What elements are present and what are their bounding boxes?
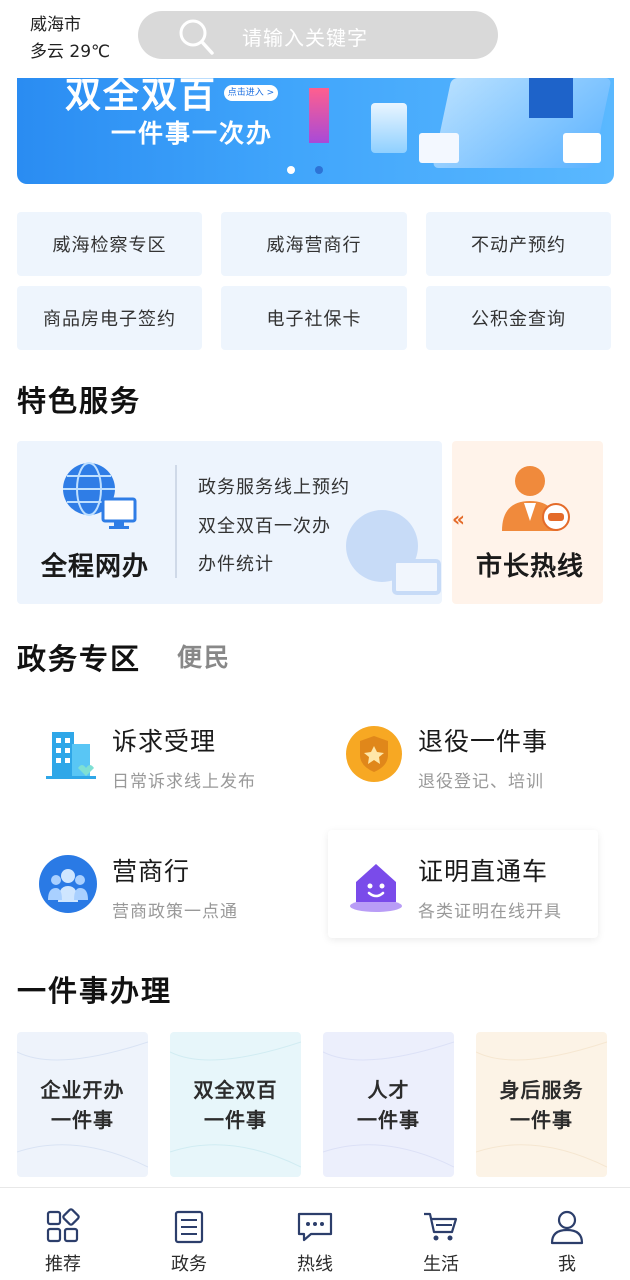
quick-link-button[interactable]: 商品房电子签约	[17, 286, 202, 350]
tab-convenience[interactable]: 便民	[177, 638, 231, 674]
mayor-hotline-title: 市长热线	[476, 552, 585, 582]
service-complaint[interactable]: 诉求受理 日常诉求线上发布	[22, 700, 292, 808]
pagination-dot[interactable]	[315, 166, 323, 174]
divider	[175, 465, 177, 578]
mayor-hotline-card[interactable]: « 市长热线	[452, 441, 603, 604]
promo-banner[interactable]: 双全双百 点击进入 > 一件事一次办	[17, 78, 614, 184]
banner-illustration	[563, 133, 601, 163]
online-service-item[interactable]: 政务服务线上预约	[198, 469, 350, 508]
globe-monitor-icon	[63, 462, 137, 529]
online-service-item[interactable]: 双全双百一次办	[198, 508, 350, 547]
featured-heading: 特色服务	[17, 384, 142, 418]
one-thing-label: 双全双百 一件事	[194, 1075, 278, 1135]
one-thing-line2: 一件事	[357, 1107, 420, 1132]
one-thing-line1: 身后服务	[499, 1077, 584, 1102]
service-certificate[interactable]: 证明直通车 各类证明在线开具	[328, 830, 598, 938]
online-service-card[interactable]: 全程网办 政务服务线上预约 双全双百一次办 办件统计	[17, 441, 442, 604]
banner-illustration	[309, 88, 329, 143]
smiling-house-icon	[350, 864, 402, 912]
service-subtitle: 日常诉求线上发布	[112, 772, 256, 792]
service-title: 退役一件事	[418, 727, 549, 756]
group-people-icon	[39, 855, 97, 913]
one-thing-line2: 一件事	[510, 1107, 573, 1132]
one-thing-label: 企业开办 一件事	[41, 1075, 125, 1135]
list-icon	[174, 1210, 204, 1244]
quick-link-button[interactable]: 公积金查询	[426, 286, 611, 350]
building-icon	[46, 732, 96, 779]
globe-watermark-icon	[346, 510, 441, 595]
online-service-list: 政务服务线上预约 双全双百一次办 办件统计	[198, 469, 350, 585]
banner-illustration	[419, 133, 459, 163]
service-business[interactable]: 营商行 营商政策一点通	[22, 830, 292, 938]
tab-label: 推荐	[45, 1254, 81, 1275]
one-thing-card[interactable]: 人才 一件事	[323, 1032, 454, 1177]
tab-me[interactable]: 我	[504, 1188, 630, 1280]
weather-widget[interactable]: 威海市 多云 29℃	[30, 12, 110, 66]
online-service-item[interactable]: 办件统计	[198, 546, 350, 585]
banner-illustration	[529, 78, 573, 118]
one-thing-line2: 一件事	[204, 1107, 267, 1132]
operator-icon	[502, 466, 570, 531]
quick-link-button[interactable]: 威海营商行	[221, 212, 407, 276]
tab-recommend[interactable]: 推荐	[0, 1188, 126, 1280]
online-service-title: 全程网办	[41, 552, 150, 582]
search-placeholder: 请输入关键字	[242, 26, 368, 50]
grid-icon	[46, 1208, 80, 1243]
quick-link-button[interactable]: 电子社保卡	[221, 286, 407, 350]
service-subtitle: 退役登记、培训	[418, 772, 544, 792]
banner-pagination	[287, 166, 323, 174]
service-subtitle: 各类证明在线开具	[418, 902, 562, 922]
chat-icon	[297, 1212, 333, 1242]
one-thing-label: 身后服务 一件事	[500, 1075, 584, 1135]
tab-label: 生活	[423, 1254, 459, 1275]
one-thing-heading: 一件事办理	[17, 974, 173, 1008]
one-thing-label: 人才 一件事	[357, 1075, 420, 1135]
weather-text: 多云 29℃	[30, 42, 111, 62]
medal-shield-icon	[346, 726, 402, 782]
banner-illustration	[371, 103, 407, 153]
search-icon	[179, 19, 214, 55]
top-header: 威海市 多云 29℃ 请输入关键字	[0, 0, 630, 76]
one-thing-line1: 企业开办	[40, 1077, 125, 1102]
one-thing-line1: 双全双百	[193, 1077, 278, 1102]
city-name: 威海市	[30, 15, 81, 35]
tab-label: 我	[558, 1254, 576, 1275]
one-thing-line1: 人才	[367, 1077, 410, 1102]
banner-subtitle: 一件事一次办	[111, 119, 274, 148]
tab-government[interactable]: 政务	[126, 1188, 252, 1280]
tab-label: 政务	[171, 1254, 207, 1275]
tab-label: 热线	[297, 1254, 333, 1275]
quick-links-grid: 威海检察专区 威海营商行 不动产预约 商品房电子签约 电子社保卡 公积金查询	[17, 212, 611, 350]
banner-enter-button[interactable]: 点击进入 >	[224, 85, 278, 101]
quick-link-button[interactable]: 威海检察专区	[17, 212, 202, 276]
cart-icon	[424, 1212, 458, 1241]
one-thing-card[interactable]: 双全双百 一件事	[170, 1032, 301, 1177]
pagination-dot-active[interactable]	[287, 166, 295, 174]
service-veteran[interactable]: 退役一件事 退役登记、培训	[328, 700, 598, 808]
user-icon	[550, 1210, 584, 1245]
tab-hotline[interactable]: 热线	[252, 1188, 378, 1280]
one-thing-line2: 一件事	[51, 1107, 114, 1132]
banner-title: 双全双百	[65, 78, 218, 116]
search-bar[interactable]: 请输入关键字	[138, 11, 498, 59]
tab-gov-zone[interactable]: 政务专区	[17, 636, 141, 678]
service-title: 诉求受理	[112, 727, 217, 756]
service-title: 证明直通车	[418, 857, 549, 886]
service-subtitle: 营商政策一点通	[112, 902, 238, 922]
arrows-left-icon: «	[452, 507, 465, 531]
one-thing-card[interactable]: 企业开办 一件事	[17, 1032, 148, 1177]
quick-link-button[interactable]: 不动产预约	[426, 212, 611, 276]
one-thing-card[interactable]: 身后服务 一件事	[476, 1032, 607, 1177]
service-title: 营商行	[112, 857, 191, 886]
tab-life[interactable]: 生活	[378, 1188, 504, 1280]
bottom-tab-bar: 推荐 政务 热线 生活 我	[0, 1187, 630, 1280]
